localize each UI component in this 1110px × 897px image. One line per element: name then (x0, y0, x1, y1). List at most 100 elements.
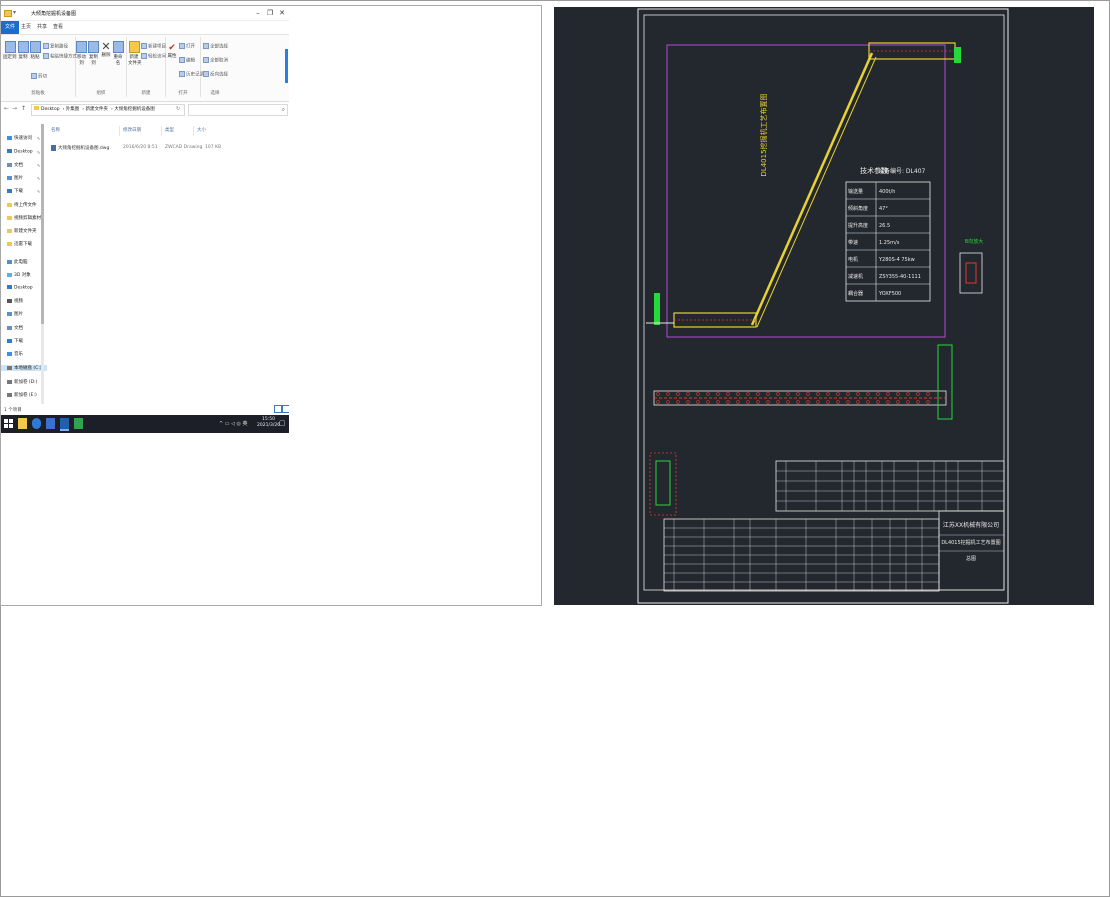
column-divider[interactable] (193, 126, 194, 136)
quick-access-toolbar-icon[interactable]: ▾ (13, 9, 16, 16)
select-all-button[interactable]: 全部选择 (203, 43, 228, 50)
browser-taskbar-icon[interactable] (32, 418, 41, 429)
move-to-button[interactable]: 移动到 (76, 41, 87, 66)
word-taskbar-icon[interactable] (46, 418, 55, 429)
notification-icon[interactable]: ▢ (279, 419, 286, 427)
new-item-button[interactable]: 新建项目 (141, 43, 166, 50)
tray-icons[interactable]: ^ ▭ ◁ ◎ 英 (219, 420, 247, 427)
rename-icon (112, 41, 124, 53)
search-input[interactable]: ⌕ (188, 104, 288, 116)
nav-documents[interactable]: 文档 (7, 162, 23, 168)
nav-documents-2[interactable]: 文档 (7, 325, 23, 331)
nav-desktop[interactable]: Desktop (7, 149, 33, 155)
nav-scrollbar[interactable] (41, 124, 44, 404)
delete-button[interactable]: ✕ 删除 (101, 41, 111, 58)
pin-icon[interactable]: ✎ (37, 163, 40, 168)
column-header-size[interactable]: 大小 (197, 127, 206, 133)
cad-taskbar-icon[interactable] (60, 418, 69, 431)
open-button[interactable]: 打开 (179, 43, 195, 50)
file-row[interactable]: 大倾角挖掘机设备图.dwg 2016/6/20 8:51 ZWCAD Drawi… (49, 144, 285, 153)
forward-arrow-icon[interactable]: → (12, 105, 17, 112)
pin-icon[interactable]: ✎ (37, 136, 40, 141)
column-divider[interactable] (161, 126, 162, 136)
nav-label: 此电脑 (14, 260, 28, 265)
status-bar: 1 个项目 (1, 404, 289, 414)
breadcrumb-folder-3[interactable]: 大倾角挖掘机设备图 (114, 107, 155, 112)
nav-downloads[interactable]: 下载 (7, 188, 23, 194)
maximize-button[interactable]: ❐ (265, 8, 275, 18)
address-bar[interactable]: Desktop › 外集图 › 新建文件夹 › 大倾角挖掘机设备图 (31, 104, 185, 116)
idler (766, 400, 770, 404)
nav-this-pc[interactable]: 此电脑 (7, 259, 28, 265)
up-arrow-icon[interactable]: ↑ (21, 105, 26, 112)
pin-icon[interactable]: ✎ (37, 176, 40, 181)
pin-icon[interactable]: ✎ (37, 150, 40, 155)
idler (696, 400, 700, 404)
idler (806, 392, 810, 396)
easy-access-button[interactable]: 轻松访问 (141, 53, 166, 60)
download-icon (7, 338, 12, 343)
breadcrumb-folder-2[interactable]: 新建文件夹 (86, 107, 109, 112)
edit-button[interactable]: 编辑 (179, 57, 195, 64)
idler (756, 400, 760, 404)
rename-button[interactable]: 重命名 (112, 41, 124, 66)
column-header-modified[interactable]: 修改日期 (123, 127, 141, 133)
column-divider[interactable] (119, 126, 120, 136)
idler (686, 392, 690, 396)
idler (836, 392, 840, 396)
close-button[interactable]: ✕ (277, 8, 287, 18)
nav-desktop-2[interactable]: Desktop (7, 285, 33, 291)
picture-icon (7, 175, 12, 180)
tab-view[interactable]: 查看 (49, 21, 67, 34)
nav-3d-objects[interactable]: 3D 对象 (7, 272, 31, 278)
file-explorer-taskbar-icon[interactable] (18, 418, 27, 429)
nav-pictures-2[interactable]: 图片 (7, 311, 23, 317)
copy-to-button[interactable]: 复制到 (88, 41, 99, 66)
windows-start-icon[interactable] (4, 419, 13, 428)
wechat-taskbar-icon[interactable] (74, 418, 83, 429)
nav-folder-4[interactable]: 迅雷下载 (7, 241, 32, 247)
invert-selection-button[interactable]: 反向选择 (203, 71, 228, 78)
select-none-button[interactable]: 全部取消 (203, 57, 228, 64)
plan-view-head-frame (937, 344, 953, 420)
detail-label: B向放大 (965, 238, 983, 245)
refresh-icon[interactable]: ↻ (176, 106, 180, 112)
idler (766, 392, 770, 396)
copy-path-button[interactable]: 复制路径 (43, 43, 68, 50)
paste-button[interactable]: 粘贴 (30, 41, 41, 60)
pin-icon[interactable]: ✎ (37, 189, 40, 194)
nav-pictures[interactable]: 图片 (7, 175, 23, 181)
nav-folder-3[interactable]: 新建文件夹 (7, 228, 37, 234)
new-folder-button[interactable]: 新建 文件夹 (128, 41, 142, 66)
taskbar-clock[interactable]: 15:50 2021/3/26 (257, 417, 280, 429)
properties-button[interactable]: ✔ 属性 (167, 43, 177, 59)
column-header-name[interactable]: 名称 (51, 127, 60, 133)
details-view-icon[interactable] (274, 405, 282, 413)
delete-label: 删除 (101, 53, 111, 58)
idler (746, 400, 750, 404)
nav-videos[interactable]: 视频 (7, 298, 23, 304)
nav-folder-1[interactable]: 待上传文件 (7, 202, 37, 208)
minimize-button[interactable]: – (253, 8, 263, 18)
nav-quick-access[interactable]: 快速访问 (7, 135, 32, 141)
pin-quick-access-button[interactable]: 固定到"快速访问" (3, 41, 17, 60)
ribbon-scrollbar[interactable] (285, 49, 288, 83)
spec-value: Y280S-4 75kw (878, 257, 915, 263)
nav-folder-2[interactable]: 视频剪辑素材 (7, 215, 41, 221)
nav-drive-d[interactable]: 新加卷 (D:) (7, 379, 37, 385)
nav-scrollbar-thumb[interactable] (41, 124, 44, 324)
back-arrow-icon[interactable]: ← (4, 105, 9, 112)
idler (886, 392, 890, 396)
nav-drive-e[interactable]: 新加卷 (E:) (7, 392, 37, 398)
spec-key: 输送量 (848, 188, 863, 195)
paste-shortcut-button[interactable]: 粘贴快捷方式 (43, 53, 77, 60)
breadcrumb-folder-1[interactable]: 外集图 (66, 107, 80, 112)
copy-button[interactable]: 复制 (18, 41, 29, 60)
nav-music[interactable]: 音乐 (7, 351, 23, 357)
cut-button[interactable]: 剪切 (31, 73, 47, 80)
breadcrumb-desktop[interactable]: Desktop (41, 107, 60, 112)
large-icons-view-icon[interactable] (282, 405, 289, 413)
column-header-type[interactable]: 类型 (165, 127, 174, 133)
idler (846, 400, 850, 404)
nav-downloads-2[interactable]: 下载 (7, 338, 23, 344)
